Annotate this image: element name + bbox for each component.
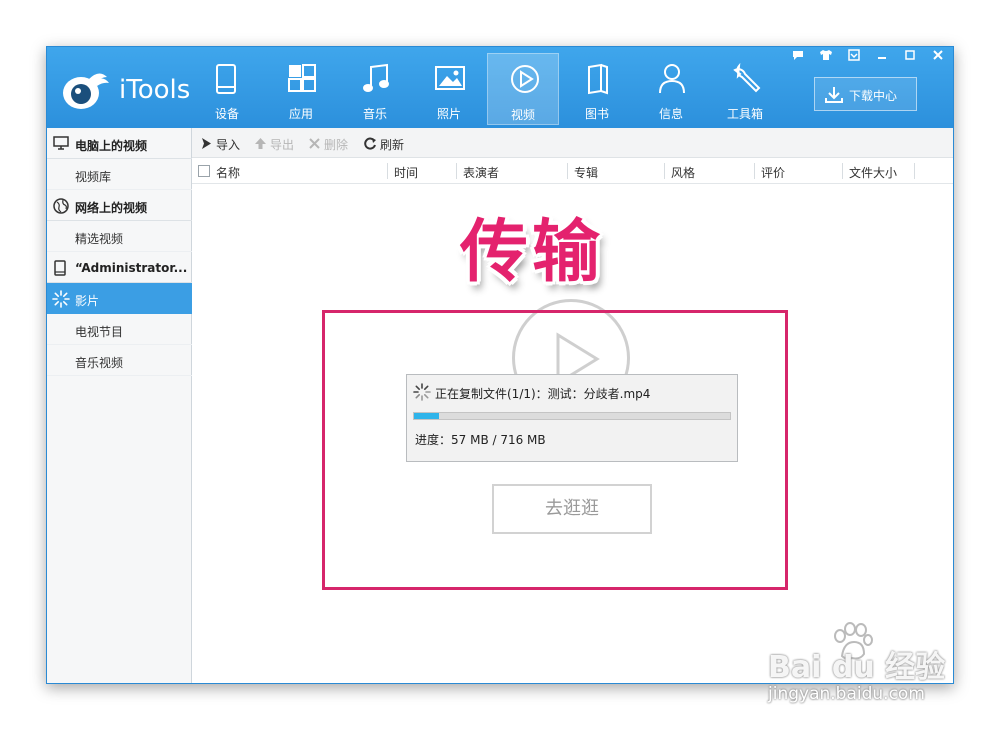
music-note-icon xyxy=(363,63,389,92)
nav-label: 信息 xyxy=(658,107,683,121)
nav-info[interactable]: 信息 xyxy=(635,53,707,125)
sidebar-item-label: 影片 xyxy=(75,294,100,308)
app-title: iTools xyxy=(119,75,191,105)
menu-icon[interactable] xyxy=(843,49,865,65)
sidebar-item-label: 电视节目 xyxy=(75,325,124,339)
nav-books[interactable]: 图书 xyxy=(561,53,633,125)
nav-photos[interactable]: 照片 xyxy=(413,53,485,125)
sidebar-item-movies[interactable]: 影片 xyxy=(47,283,192,314)
sidebar-item-featured-videos[interactable]: 精选视频 xyxy=(47,221,192,252)
import-label: 导入 xyxy=(216,138,241,152)
nav-label: 工具箱 xyxy=(726,107,763,121)
sidebar-section-label: “Administrator... xyxy=(75,261,188,275)
export-label: 导出 xyxy=(270,138,295,152)
sidebar-item-label: 视频库 xyxy=(75,170,112,184)
column-divider xyxy=(842,163,843,179)
select-all-checkbox[interactable] xyxy=(198,165,210,177)
nav-devices[interactable]: 设备 xyxy=(191,53,263,125)
sidebar-item-video-library[interactable]: 视频库 xyxy=(47,159,192,190)
column-genre[interactable]: 风格 xyxy=(671,164,695,181)
wrench-icon xyxy=(733,63,761,93)
sidebar-section-online-videos[interactable]: 网络上的视频 xyxy=(47,190,192,221)
column-rating[interactable]: 评价 xyxy=(761,164,785,181)
globe-icon xyxy=(53,198,69,214)
annotation-highlight-box xyxy=(322,310,788,590)
column-divider xyxy=(664,163,665,179)
sidebar-item-label: 精选视频 xyxy=(75,232,124,246)
refresh-icon xyxy=(364,137,376,150)
column-divider xyxy=(456,163,457,179)
nav-apps[interactable]: 应用 xyxy=(265,53,337,125)
column-divider xyxy=(567,163,568,179)
nav-label: 图书 xyxy=(584,107,609,121)
nav-toolbox[interactable]: 工具箱 xyxy=(709,53,781,125)
person-icon xyxy=(659,64,685,94)
nav-label: 设备 xyxy=(214,107,239,121)
top-navigation-bar: iTools 设备 应用 音乐 照片 视频 图书 信息 工具箱 下载中心 xyxy=(47,47,953,128)
sidebar-section-device[interactable]: “Administrator... xyxy=(47,252,192,283)
nav-video[interactable]: 视频 xyxy=(487,53,559,125)
nav-label: 照片 xyxy=(436,107,461,121)
app-logo: iTools xyxy=(59,69,199,109)
itools-logo-icon xyxy=(63,73,109,109)
play-circle-icon xyxy=(511,65,539,93)
column-divider xyxy=(754,163,755,179)
watermark-url: jingyan.baidu.com xyxy=(768,684,925,704)
nav-music[interactable]: 音乐 xyxy=(339,53,411,125)
message-icon[interactable] xyxy=(787,49,809,65)
device-icon xyxy=(54,260,66,276)
annotation-title: 传输 xyxy=(460,212,605,292)
close-icon[interactable] xyxy=(927,49,949,65)
monitor-icon xyxy=(53,136,69,150)
export-arrow-icon xyxy=(255,138,266,149)
skin-icon[interactable] xyxy=(815,49,837,65)
toolbar: 导入 导出 删除 刷新 xyxy=(192,128,953,158)
column-name[interactable]: 名称 xyxy=(216,164,240,181)
delete-label: 删除 xyxy=(324,138,349,152)
delete-x-icon xyxy=(309,138,320,149)
column-performer[interactable]: 表演者 xyxy=(463,164,499,181)
sidebar: 电脑上的视频 视频库 网络上的视频 精选视频 “Administrator...… xyxy=(47,128,192,683)
nav-label: 应用 xyxy=(288,107,313,121)
column-file-size[interactable]: 文件大小 xyxy=(849,164,897,181)
download-center-label: 下载中心 xyxy=(849,89,898,103)
phone-icon xyxy=(216,64,236,94)
column-time[interactable]: 时间 xyxy=(394,164,418,181)
book-icon xyxy=(588,63,608,95)
sidebar-item-tv-shows[interactable]: 电视节目 xyxy=(47,314,192,345)
sidebar-section-label: 电脑上的视频 xyxy=(75,139,148,153)
image-icon xyxy=(435,66,465,90)
sidebar-section-label: 网络上的视频 xyxy=(75,201,148,215)
sidebar-section-pc-videos[interactable]: 电脑上的视频 xyxy=(47,128,192,159)
maximize-icon[interactable] xyxy=(899,49,921,65)
refresh-label: 刷新 xyxy=(380,138,405,152)
sidebar-item-label: 音乐视频 xyxy=(75,356,124,370)
grid-icon xyxy=(288,64,316,92)
watermark-brand: Bai du 经验 xyxy=(768,650,946,685)
import-arrow-icon xyxy=(202,138,211,149)
download-center-button[interactable]: 下载中心 xyxy=(814,77,917,111)
nav-label: 音乐 xyxy=(362,107,387,121)
download-icon xyxy=(825,87,843,103)
table-header: 名称 时间 表演者 专辑 风格 评价 文件大小 xyxy=(192,158,953,184)
nav-label: 视频 xyxy=(510,108,535,122)
column-divider xyxy=(914,163,915,179)
loading-spinner-icon xyxy=(52,290,70,308)
column-divider xyxy=(387,163,388,179)
sidebar-item-music-videos[interactable]: 音乐视频 xyxy=(47,345,192,376)
minimize-icon[interactable] xyxy=(871,49,893,65)
column-album[interactable]: 专辑 xyxy=(574,164,598,181)
baidu-jingyan-watermark: Bai du 经验 jingyan.baidu.com xyxy=(768,622,978,704)
